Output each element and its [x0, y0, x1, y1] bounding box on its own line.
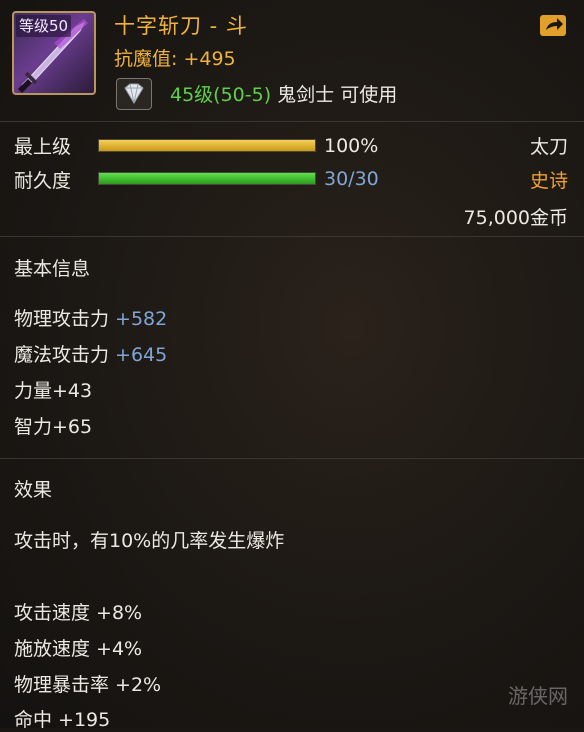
durability-value: 30/30: [324, 168, 379, 190]
stat-value: +645: [115, 344, 168, 366]
resist-value: 抗魔值: +495: [114, 48, 236, 70]
mastery-value: 100%: [324, 135, 379, 157]
effect-title: 效果: [14, 479, 53, 501]
level-badge: 等级50: [16, 15, 72, 37]
item-name: 十字斩刀 - 斗: [114, 14, 248, 38]
item-tooltip: 等级50 十字斩刀 - 斗 抗魔值: +495 45级(50-5) 鬼剑士 可使…: [0, 0, 584, 731]
weapon-icon-frame: 等级50: [12, 11, 96, 95]
durability-label: 耐久度: [14, 170, 72, 192]
price: 75,000金币: [463, 207, 568, 229]
stat-physical-attack: 物理攻击力 +582: [14, 304, 167, 331]
basic-info-title: 基本信息: [14, 258, 91, 280]
stat-label: 物理攻击力: [14, 308, 116, 330]
usage-requirement: 45级(50-5) 鬼剑士 可使用: [170, 80, 397, 107]
stat-label: 智力+65: [14, 416, 93, 438]
weapon-type: 太刀: [529, 136, 568, 158]
requirement-class: 鬼剑士 可使用: [271, 84, 398, 106]
effect-description: 攻击时，有10%的几率发生爆炸: [14, 530, 285, 552]
mastery-bar-fill: [99, 140, 315, 151]
durability-bar: [98, 172, 316, 185]
watermark: 游侠网: [508, 684, 568, 708]
requirement-level: 45级(50-5): [170, 84, 272, 106]
stat-strength: 力量+43: [14, 376, 92, 403]
stat-label: 魔法攻击力: [14, 344, 116, 366]
bonus-attack-speed: 攻击速度 +8%: [14, 602, 143, 624]
mastery-bar: [98, 139, 316, 152]
divider: [0, 121, 584, 122]
share-out-icon[interactable]: [538, 12, 568, 38]
stat-magic-attack: 魔法攻击力 +645: [14, 340, 167, 367]
mastery-label: 最上级: [14, 136, 72, 158]
stat-label: 力量+43: [14, 380, 93, 402]
bonus-physical-crit: 物理暴击率 +2%: [14, 674, 162, 696]
rarity-label: 史诗: [529, 170, 568, 192]
stat-value: +582: [115, 308, 168, 330]
item-header: 等级50 十字斩刀 - 斗 抗魔值: +495 45级(50-5) 鬼剑士 可使…: [0, 0, 584, 120]
diamond-icon: [116, 78, 152, 110]
divider: [0, 458, 584, 459]
bonus-cast-speed: 施放速度 +4%: [14, 638, 143, 660]
durability-bar-fill: [99, 173, 315, 184]
stat-intelligence: 智力+65: [14, 412, 92, 439]
divider: [0, 236, 584, 237]
